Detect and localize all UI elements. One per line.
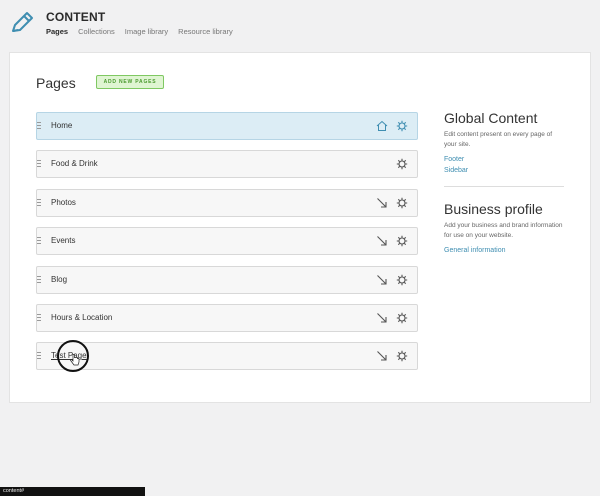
- page-label: Blog: [51, 275, 68, 284]
- gear-icon[interactable]: [396, 274, 408, 286]
- sidebar: Global Content Edit content present on e…: [444, 110, 574, 258]
- page-row-blog[interactable]: Blog: [36, 266, 418, 294]
- general-information-link[interactable]: General information: [444, 247, 574, 254]
- page-label: Photos: [51, 198, 76, 207]
- arrow-down-right-icon[interactable]: [376, 197, 388, 209]
- gear-icon[interactable]: [396, 120, 408, 132]
- gear-icon[interactable]: [396, 158, 408, 170]
- arrow-down-right-icon[interactable]: [376, 350, 388, 362]
- content-panel: Pages ADD NEW PAGES Home Food & Drink Ph…: [9, 52, 591, 403]
- page-row-home[interactable]: Home: [36, 112, 418, 140]
- global-content-description: Edit content present on every page of yo…: [444, 131, 553, 148]
- drag-handle-icon[interactable]: [37, 160, 41, 169]
- nav-resource-library[interactable]: Resource library: [178, 27, 233, 36]
- global-content-title: Global Content: [444, 110, 538, 126]
- arrow-down-right-icon[interactable]: [376, 274, 388, 286]
- drag-handle-icon[interactable]: [37, 314, 41, 323]
- home-icon[interactable]: [376, 120, 388, 132]
- gear-icon[interactable]: [396, 312, 408, 324]
- top-bar: CONTENT Pages Collections Image library …: [0, 0, 600, 50]
- nav-image-library[interactable]: Image library: [125, 27, 168, 36]
- page-row-food-drink[interactable]: Food & Drink: [36, 150, 418, 178]
- nav-collections[interactable]: Collections: [78, 27, 115, 36]
- business-profile-title: Business profile: [444, 201, 543, 217]
- section-nav: Pages Collections Image library Resource…: [46, 27, 233, 36]
- nav-pages[interactable]: Pages: [46, 27, 68, 36]
- drag-handle-icon[interactable]: [37, 276, 41, 285]
- add-new-pages-button[interactable]: ADD NEW PAGES: [96, 75, 164, 89]
- page-row-photos[interactable]: Photos: [36, 189, 418, 217]
- app-title: CONTENT: [46, 10, 106, 24]
- gear-icon[interactable]: [396, 235, 408, 247]
- status-url: content#: [0, 487, 145, 496]
- page-row-test-page[interactable]: Test Page: [36, 342, 418, 370]
- arrow-down-right-icon[interactable]: [376, 312, 388, 324]
- arrow-down-right-icon[interactable]: [376, 235, 388, 247]
- page-row-hours-location[interactable]: Hours & Location: [36, 304, 418, 332]
- page-label: Events: [51, 236, 76, 245]
- page-label: Home: [51, 121, 73, 130]
- drag-handle-icon[interactable]: [37, 122, 41, 131]
- business-profile-description: Add your business and brand information …: [444, 222, 563, 239]
- page-row-events[interactable]: Events: [36, 227, 418, 255]
- hand-cursor-icon: [70, 354, 80, 366]
- page-label: Food & Drink: [51, 159, 98, 168]
- drag-handle-icon[interactable]: [37, 352, 41, 361]
- page-title: Pages: [36, 75, 76, 91]
- divider: [444, 186, 564, 187]
- footer-link[interactable]: Footer: [444, 156, 574, 163]
- page-label: Hours & Location: [51, 313, 113, 322]
- pencil-icon: [12, 12, 33, 32]
- drag-handle-icon[interactable]: [37, 237, 41, 246]
- sidebar-link[interactable]: Sidebar: [444, 167, 574, 174]
- gear-icon[interactable]: [396, 350, 408, 362]
- drag-handle-icon[interactable]: [37, 199, 41, 208]
- gear-icon[interactable]: [396, 197, 408, 209]
